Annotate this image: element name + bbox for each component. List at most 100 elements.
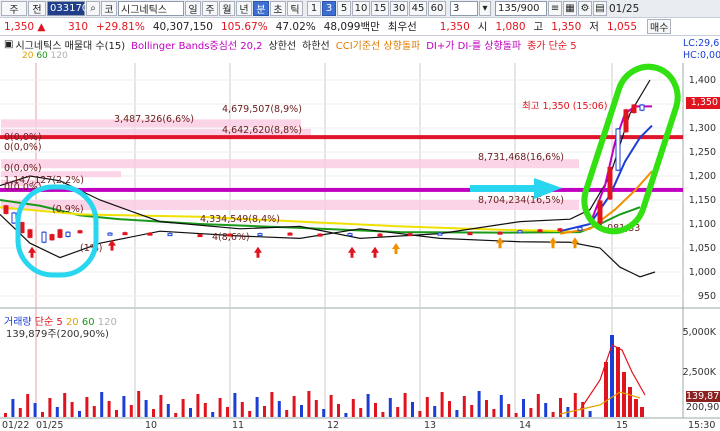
volume-bar bbox=[248, 411, 252, 417]
volume-bar bbox=[359, 408, 363, 417]
volume-bar bbox=[100, 392, 104, 417]
volume-bar bbox=[329, 395, 333, 417]
time-tick-label: 13 bbox=[424, 420, 436, 431]
volume-bar bbox=[622, 372, 626, 417]
volume-bar bbox=[144, 400, 148, 417]
volume-bar bbox=[403, 393, 407, 417]
volume-bar bbox=[344, 413, 348, 417]
volume-bar bbox=[374, 403, 377, 417]
candle-body bbox=[607, 166, 613, 200]
candle-body bbox=[19, 222, 25, 234]
volume-bar bbox=[55, 407, 59, 417]
volume-bar bbox=[536, 394, 540, 417]
volume-bar bbox=[551, 412, 555, 417]
candle-body bbox=[407, 233, 413, 237]
volume-bar bbox=[270, 392, 274, 417]
volume-profile-label: 8,731,468(16,6%) bbox=[478, 152, 564, 163]
volume-bar bbox=[285, 410, 289, 417]
time-tick-label: 15 bbox=[616, 420, 628, 431]
time-tick-label: 11 bbox=[232, 420, 244, 431]
volume-profile-label: 0(0,0%) bbox=[4, 142, 42, 153]
volume-profile-label: 4,334,549(8,4%) bbox=[200, 214, 280, 225]
price-chart[interactable]: 1,400 1,350 1,300 1,250 1,200 1,150 1,100 1,050… bbox=[0, 0, 720, 431]
volume-bar bbox=[462, 396, 466, 417]
volume-bar bbox=[277, 401, 281, 417]
candle-body bbox=[631, 104, 637, 114]
volume-bar bbox=[522, 399, 525, 417]
volume-bar bbox=[396, 407, 400, 417]
volume-bar bbox=[26, 394, 30, 417]
volume-bar bbox=[514, 413, 518, 417]
volume-bar bbox=[48, 398, 52, 417]
candle-body bbox=[517, 230, 523, 234]
candle-body bbox=[317, 233, 323, 237]
volume-bar bbox=[573, 393, 577, 417]
volume-bar bbox=[292, 396, 296, 417]
volume-bar bbox=[337, 404, 340, 417]
candle-body bbox=[3, 205, 9, 214]
volume-value: 139,879주(200,90%) bbox=[6, 329, 109, 340]
candle-body bbox=[257, 233, 263, 237]
volume-bar bbox=[137, 391, 141, 417]
volume-bar bbox=[616, 347, 620, 417]
volume-bar bbox=[604, 362, 608, 417]
candle-body bbox=[615, 128, 621, 171]
volume-tick-label: 2,500K bbox=[683, 367, 717, 378]
volume-bar bbox=[203, 403, 207, 417]
bollinger-mid-line bbox=[0, 187, 683, 192]
candle-body bbox=[57, 229, 63, 238]
candle-body bbox=[467, 232, 473, 236]
volume-bar bbox=[18, 408, 22, 417]
volume-bar bbox=[499, 395, 503, 417]
candle-body bbox=[27, 229, 33, 238]
volume-bar bbox=[544, 403, 548, 417]
volume-bar bbox=[189, 408, 192, 417]
volume-bar bbox=[366, 394, 370, 417]
volume-bar bbox=[181, 399, 185, 417]
volume-bar bbox=[634, 399, 638, 417]
volume-bar bbox=[33, 403, 37, 417]
candle-body bbox=[537, 229, 543, 233]
time-tick-label: 15:30 bbox=[688, 420, 715, 431]
time-tick-label: 10 bbox=[145, 420, 157, 431]
price-pane bbox=[0, 63, 683, 306]
candle-body bbox=[122, 232, 128, 236]
candle-body bbox=[557, 228, 563, 232]
volume-bar bbox=[41, 412, 44, 417]
time-tick-label: 12 bbox=[327, 420, 339, 431]
candle-body bbox=[167, 233, 173, 237]
volume-bar bbox=[381, 412, 385, 417]
volume-bar bbox=[314, 400, 318, 417]
price-tick-label: 950 bbox=[698, 291, 716, 302]
candle-body bbox=[377, 233, 383, 237]
volume-bar bbox=[507, 404, 511, 417]
price-tick-label: 1,000 bbox=[689, 267, 716, 278]
volume-bar bbox=[92, 406, 96, 417]
volume-bar bbox=[166, 404, 170, 417]
volume-profile-label: 8,704,234(16,5%) bbox=[478, 195, 564, 206]
candle-body bbox=[287, 232, 293, 236]
candle-body bbox=[347, 233, 353, 237]
high-price-label: 최고 1,350 (15:06) bbox=[522, 101, 608, 112]
price-tick-label: 1,150 bbox=[689, 195, 716, 206]
candle-body bbox=[41, 231, 47, 243]
volume-bar bbox=[233, 393, 237, 417]
candle-body bbox=[107, 232, 113, 236]
volume-bar bbox=[388, 398, 392, 417]
price-tick-label: 1,100 bbox=[689, 219, 716, 230]
volume-bar bbox=[129, 405, 133, 417]
candle-body bbox=[77, 230, 83, 234]
volume-bar bbox=[63, 393, 67, 417]
candle-body bbox=[197, 234, 203, 238]
price-tick-label: 1,300 bbox=[689, 123, 716, 134]
volume-bar bbox=[455, 410, 459, 417]
volume-bar bbox=[211, 412, 215, 417]
volume-bar bbox=[477, 391, 481, 417]
stock-chart-window: { "toolbar": { "menu_label": "주", "prev_… bbox=[0, 0, 720, 431]
volume-bar bbox=[159, 395, 163, 417]
volume-bar bbox=[263, 406, 266, 417]
price-tick-label: 1,250 bbox=[689, 147, 716, 158]
volume-profile-label: 0(0,0%) bbox=[4, 163, 42, 174]
candle-body bbox=[577, 226, 583, 231]
volume-profile-label: 4,679,507(8,9%) bbox=[222, 104, 302, 115]
